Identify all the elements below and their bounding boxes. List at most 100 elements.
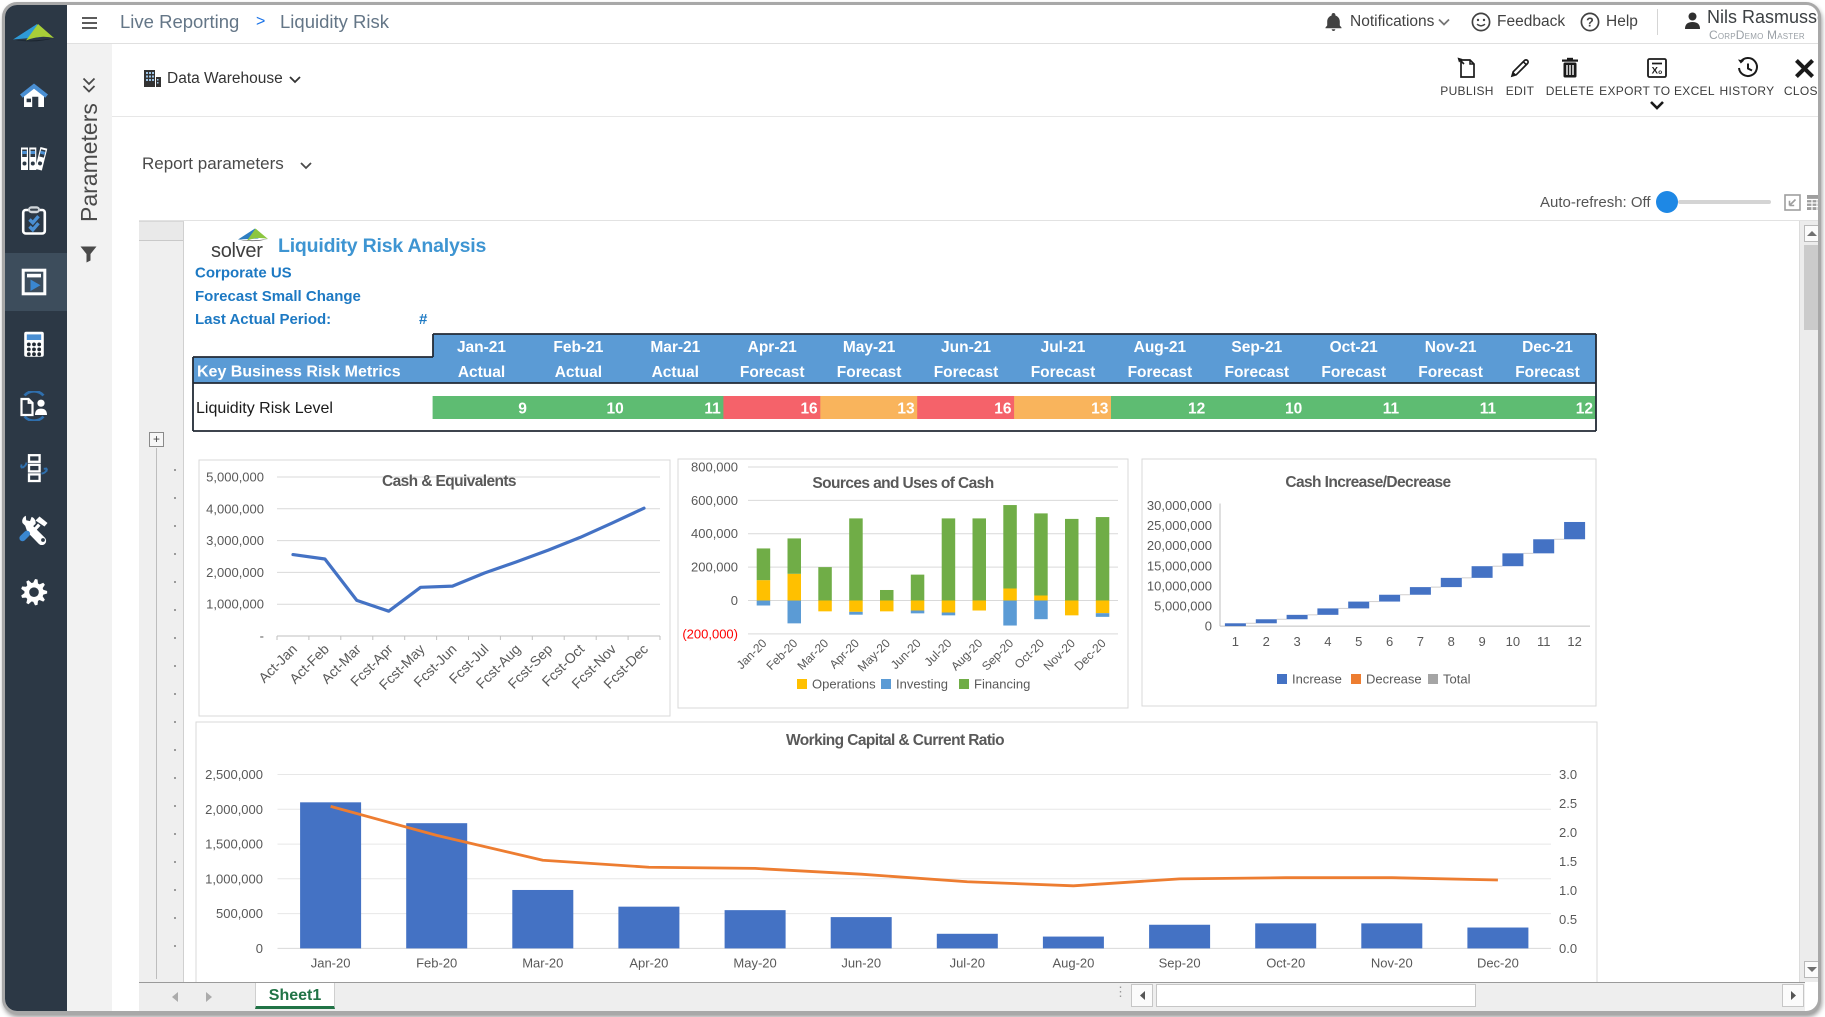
svg-text:Mar-21: Mar-21 <box>650 339 700 356</box>
svg-text:1,000,000: 1,000,000 <box>205 871 263 886</box>
svg-text:Nov-21: Nov-21 <box>1425 339 1477 356</box>
svg-text:4: 4 <box>1324 634 1331 649</box>
svg-text:1.0: 1.0 <box>1559 883 1577 898</box>
svg-text:Key Business Risk Metrics: Key Business Risk Metrics <box>197 364 401 381</box>
svg-text:0: 0 <box>731 593 738 608</box>
svg-text:Actual: Actual <box>458 364 505 381</box>
svg-text:13: 13 <box>897 401 915 418</box>
svg-text:Increase: Increase <box>1292 672 1342 687</box>
svg-text:16: 16 <box>994 401 1012 418</box>
svg-text:Corporate US: Corporate US <box>195 265 292 282</box>
svg-text:Forecast: Forecast <box>1321 364 1386 381</box>
svg-text:5,000,000: 5,000,000 <box>1154 599 1212 614</box>
svg-text:Jun-21: Jun-21 <box>941 339 991 356</box>
svg-text:Feb-21: Feb-21 <box>553 339 603 356</box>
svg-text:#: # <box>419 311 428 328</box>
svg-text:Sep-20: Sep-20 <box>1159 955 1201 970</box>
svg-text:Investing: Investing <box>896 677 948 692</box>
svg-text:Forecast: Forecast <box>1515 364 1580 381</box>
svg-text:11: 11 <box>1480 401 1497 418</box>
svg-text:Aug-21: Aug-21 <box>1134 339 1187 356</box>
svg-text:Forecast: Forecast <box>1224 364 1289 381</box>
svg-text:Dec-21: Dec-21 <box>1522 339 1573 356</box>
svg-text:Oct-21: Oct-21 <box>1330 339 1379 356</box>
svg-text:10: 10 <box>607 401 624 418</box>
svg-text:12: 12 <box>1567 634 1581 649</box>
svg-text:9: 9 <box>518 401 527 418</box>
svg-text:Jan-20: Jan-20 <box>311 955 351 970</box>
svg-text:Forecast: Forecast <box>1128 364 1193 381</box>
svg-text:7: 7 <box>1417 634 1424 649</box>
svg-text:Forecast: Forecast <box>1031 364 1096 381</box>
svg-text:12: 12 <box>1576 401 1593 418</box>
svg-text:Jul-20: Jul-20 <box>950 955 985 970</box>
svg-text:Forecast: Forecast <box>837 364 902 381</box>
svg-text:1: 1 <box>1232 634 1239 649</box>
svg-text:10: 10 <box>1506 634 1520 649</box>
svg-text:May-21: May-21 <box>843 339 896 356</box>
svg-text:Cash Increase/Decrease: Cash Increase/Decrease <box>1285 474 1451 491</box>
svg-text:10: 10 <box>1285 401 1302 418</box>
svg-text:Feb-20: Feb-20 <box>416 955 457 970</box>
svg-text:5: 5 <box>1355 634 1362 649</box>
svg-text:16: 16 <box>800 401 818 418</box>
svg-text:Forecast: Forecast <box>934 364 999 381</box>
svg-text:Liquidity Risk Level: Liquidity Risk Level <box>196 400 333 417</box>
svg-text:Jul-21: Jul-21 <box>1041 339 1086 356</box>
svg-text:400,000: 400,000 <box>691 526 738 541</box>
svg-text:Dec-20: Dec-20 <box>1477 955 1519 970</box>
svg-text:11: 11 <box>1383 401 1400 418</box>
svg-text:May-20: May-20 <box>733 955 776 970</box>
svg-text:Oct-20: Oct-20 <box>1266 955 1305 970</box>
svg-text:12: 12 <box>1188 401 1205 418</box>
svg-text:Forecast: Forecast <box>740 364 805 381</box>
svg-text:Sep-21: Sep-21 <box>1231 339 1282 356</box>
svg-text:11: 11 <box>1537 634 1551 649</box>
svg-text:3.0: 3.0 <box>1559 767 1577 782</box>
svg-text:Jan-21: Jan-21 <box>457 339 506 356</box>
svg-text:20,000,000: 20,000,000 <box>1147 538 1212 553</box>
svg-text:-: - <box>260 629 264 644</box>
svg-text:Liquidity Risk Analysis: Liquidity Risk Analysis <box>278 235 487 257</box>
svg-text:10,000,000: 10,000,000 <box>1147 578 1212 593</box>
svg-text:2,000,000: 2,000,000 <box>206 565 264 580</box>
svg-text:11: 11 <box>704 401 721 418</box>
svg-text:Apr-20: Apr-20 <box>629 955 668 970</box>
svg-text:Apr-21: Apr-21 <box>748 339 797 356</box>
svg-text:2,500,000: 2,500,000 <box>205 767 263 782</box>
svg-text:3: 3 <box>1293 634 1300 649</box>
svg-text:solver: solver <box>211 240 263 262</box>
svg-text:(200,000): (200,000) <box>682 626 738 641</box>
svg-text:800,000: 800,000 <box>691 460 738 475</box>
svg-text:1,500,000: 1,500,000 <box>205 837 263 852</box>
svg-text:Working Capital & Current Rati: Working Capital & Current Ratio <box>786 732 1004 749</box>
svg-text:Forecast: Forecast <box>1418 364 1483 381</box>
svg-text:2.5: 2.5 <box>1559 796 1577 811</box>
svg-text:8: 8 <box>1448 634 1455 649</box>
svg-text:25,000,000: 25,000,000 <box>1147 518 1212 533</box>
svg-text:5,000,000: 5,000,000 <box>206 470 264 485</box>
svg-text:1.5: 1.5 <box>1559 854 1577 869</box>
svg-text:2,000,000: 2,000,000 <box>205 802 263 817</box>
svg-text:2: 2 <box>1263 634 1270 649</box>
svg-text:Actual: Actual <box>555 364 602 381</box>
svg-text:0.5: 0.5 <box>1559 912 1577 927</box>
svg-text:3,000,000: 3,000,000 <box>206 533 264 548</box>
svg-text:Sources and Uses of Cash: Sources and Uses of Cash <box>812 475 993 492</box>
svg-text:600,000: 600,000 <box>691 493 738 508</box>
svg-text:4,000,000: 4,000,000 <box>206 501 264 516</box>
svg-text:Last Actual Period:: Last Actual Period: <box>195 311 331 328</box>
svg-text:500,000: 500,000 <box>216 906 263 921</box>
svg-text:Jun-20: Jun-20 <box>841 955 881 970</box>
svg-text:1,000,000: 1,000,000 <box>206 597 264 612</box>
svg-text:9: 9 <box>1478 634 1485 649</box>
svg-text:Decrease: Decrease <box>1366 672 1422 687</box>
svg-text:Financing: Financing <box>974 677 1030 692</box>
svg-text:0.0: 0.0 <box>1559 941 1577 956</box>
svg-text:15,000,000: 15,000,000 <box>1147 558 1212 573</box>
svg-text:Actual: Actual <box>652 364 699 381</box>
svg-text:Operations: Operations <box>812 677 876 692</box>
svg-text:0: 0 <box>256 941 263 956</box>
svg-text:200,000: 200,000 <box>691 560 738 575</box>
svg-text:Mar-20: Mar-20 <box>522 955 563 970</box>
